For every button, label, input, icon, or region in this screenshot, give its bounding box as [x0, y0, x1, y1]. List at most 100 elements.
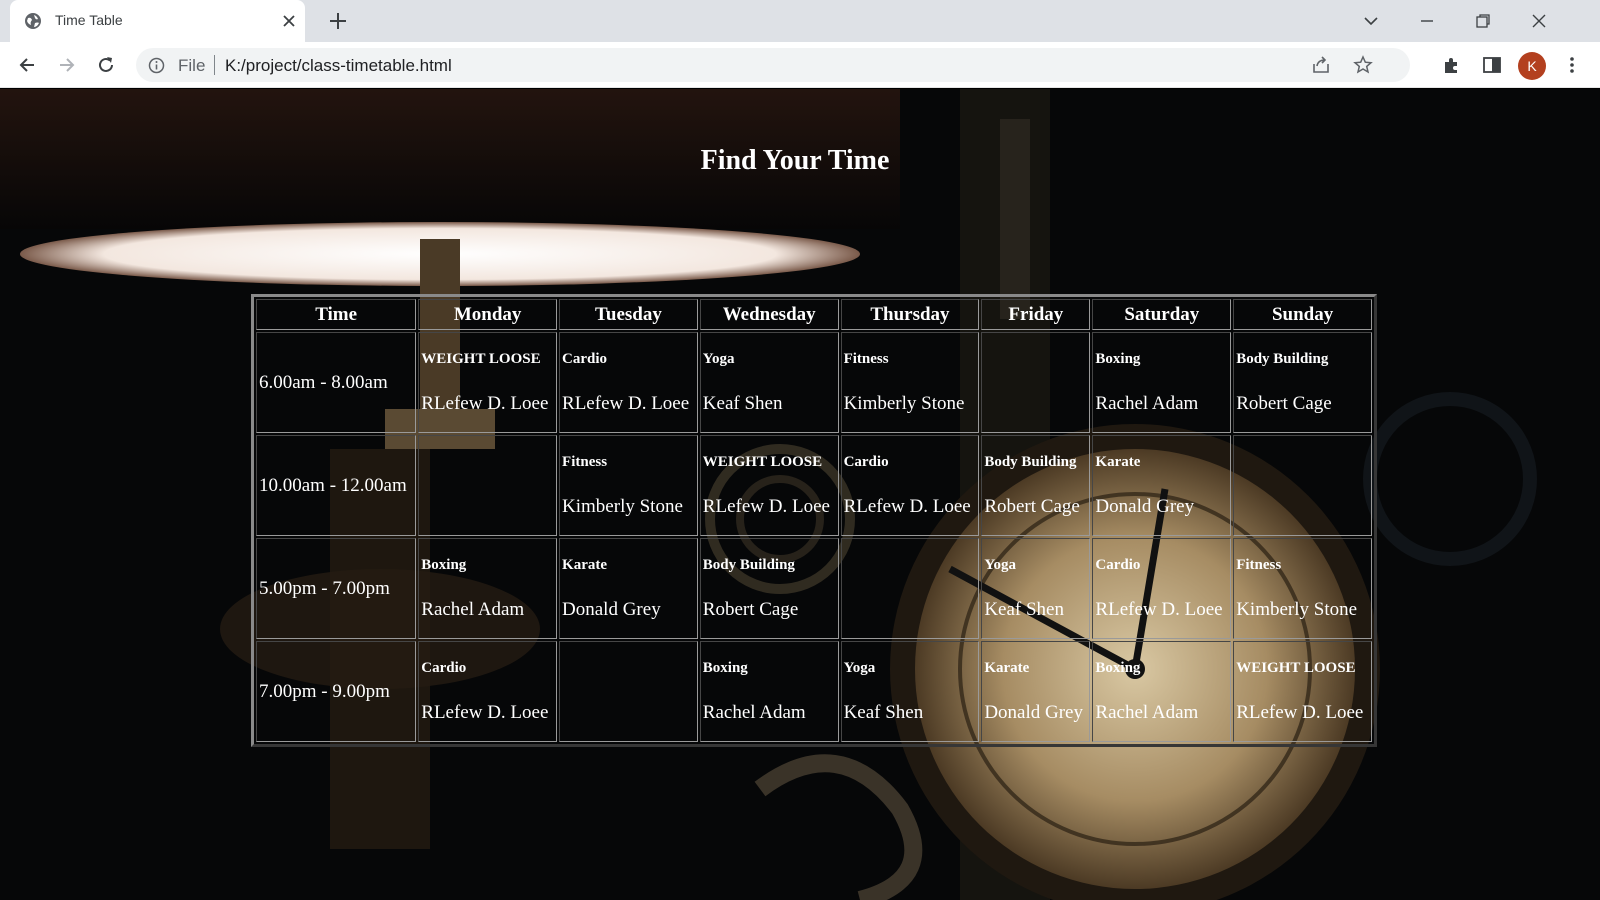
class-cell: Boxing Rachel Adam [1092, 332, 1232, 433]
class-cell: Fitness Kimberly Stone [559, 435, 698, 536]
class-cell: Cardio RLefew D. Loee [1092, 538, 1232, 639]
table-row: 5.00pm - 7.00pm Boxing Rachel Adam Karate… [256, 538, 1372, 639]
class-cell: Fitness Kimberly Stone [1233, 538, 1372, 639]
class-cell: Body Building Robert Cage [1233, 332, 1372, 433]
omnibox-prefix: File [178, 56, 206, 75]
page-title: Find Your Time [700, 145, 890, 176]
class-name: Fitness [843, 350, 889, 367]
empty-cell [559, 641, 698, 742]
class-name: Boxing [1095, 350, 1141, 367]
profile-avatar[interactable]: K [1518, 52, 1546, 80]
instructor-name: Rachel Adam [702, 701, 806, 723]
class-cell: Fitness Kimberly Stone [840, 332, 980, 433]
minimize-icon[interactable] [1416, 10, 1438, 32]
instructor-name: Donald Grey [984, 701, 1083, 723]
class-name: Yoga [984, 556, 1016, 573]
table-row: 6.00am - 8.00am WEIGHT LOOSE RLefew D. Lo… [256, 332, 1372, 433]
header-saturday: Saturday [1092, 299, 1232, 330]
new-tab-icon[interactable] [328, 11, 348, 31]
url-text[interactable]: K:/project/class-timetable.html [225, 56, 452, 76]
class-name: Cardio [421, 659, 467, 676]
class-name: Cardio [843, 453, 889, 470]
header-tuesday: Tuesday [559, 299, 698, 330]
header-thursday: Thursday [840, 299, 980, 330]
forward-arrow-icon[interactable] [56, 54, 78, 76]
chevron-down-icon[interactable] [1360, 10, 1382, 32]
share-icon[interactable] [1310, 54, 1332, 76]
class-cell: Body Building Robert Cage [981, 435, 1091, 536]
time-slot: 7.00pm - 9.00pm [256, 641, 417, 742]
address-bar[interactable]: File K:/project/class-timetable.html [136, 48, 1410, 82]
class-cell: Yoga Keaf Shen [840, 641, 980, 742]
page-viewport: Find Your Time Time Monday Tuesday Wedne… [0, 89, 1600, 900]
more-menu-icon[interactable] [1561, 54, 1583, 76]
instructor-name: Rachel Adam [421, 598, 525, 620]
timetable: Time Monday Tuesday Wednesday Thursday F… [251, 294, 1377, 747]
header-sunday: Sunday [1233, 299, 1372, 330]
class-name: WEIGHT LOOSE [1236, 659, 1356, 676]
class-cell: Karate Donald Grey [559, 538, 698, 639]
class-name: WEIGHT LOOSE [421, 350, 541, 367]
class-cell: Karate Donald Grey [981, 641, 1091, 742]
class-cell: WEIGHT LOOSE RLefew D. Loee [1233, 641, 1372, 742]
instructor-name: RLefew D. Loee [421, 392, 549, 414]
class-name: Body Building [702, 556, 795, 573]
empty-cell [981, 332, 1091, 433]
instructor-name: RLefew D. Loee [1236, 701, 1364, 723]
class-name: Karate [1095, 453, 1141, 470]
tab-strip: Time Table [0, 0, 1600, 42]
header-wednesday: Wednesday [699, 299, 839, 330]
header-time: Time [256, 299, 417, 330]
table-row: 7.00pm - 9.00pm Cardio RLefew D. Loee Box… [256, 641, 1372, 742]
class-cell: Body Building Robert Cage [699, 538, 839, 639]
time-slot: 10.00am - 12.00am [256, 435, 417, 536]
class-cell: Yoga Keaf Shen [981, 538, 1091, 639]
class-name: Fitness [562, 453, 608, 470]
instructor-name: Robert Cage [984, 495, 1080, 517]
back-arrow-icon[interactable] [16, 54, 38, 76]
table-row: 10.00am - 12.00am Fitness Kimberly Stone … [256, 435, 1372, 536]
class-cell: Cardio RLefew D. Loee [418, 641, 558, 742]
globe-icon [25, 13, 41, 29]
class-cell: Yoga Keaf Shen [699, 332, 839, 433]
browser-tab[interactable]: Time Table [10, 0, 305, 42]
instructor-name: Keaf Shen [843, 701, 924, 723]
instructor-name: Keaf Shen [984, 598, 1064, 620]
class-cell: Boxing Rachel Adam [1092, 641, 1232, 742]
instructor-name: Keaf Shen [702, 392, 783, 414]
class-name: Yoga [843, 659, 876, 676]
instructor-name: Robert Cage [702, 598, 799, 620]
extensions-icon[interactable] [1441, 54, 1463, 76]
class-name: Boxing [1095, 659, 1141, 676]
empty-cell [418, 435, 558, 536]
class-cell: Cardio RLefew D. Loee [559, 332, 698, 433]
close-icon[interactable] [280, 12, 298, 30]
class-cell: Cardio RLefew D. Loee [840, 435, 980, 536]
restore-icon[interactable] [1472, 10, 1494, 32]
instructor-name: Donald Grey [562, 598, 661, 620]
empty-cell [840, 538, 980, 639]
instructor-name: RLefew D. Loee [702, 495, 830, 517]
instructor-name: Kimberly Stone [1236, 598, 1358, 620]
instructor-name: RLefew D. Loee [562, 392, 690, 414]
instructor-name: Robert Cage [1236, 392, 1332, 414]
class-name: Cardio [1095, 556, 1141, 573]
header-friday: Friday [981, 299, 1091, 330]
instructor-name: RLefew D. Loee [843, 495, 971, 517]
star-icon[interactable] [1352, 54, 1374, 76]
reload-icon[interactable] [95, 54, 117, 76]
class-name: Boxing [702, 659, 748, 676]
instructor-name: Rachel Adam [1095, 701, 1199, 723]
class-name: Cardio [562, 350, 608, 367]
browser-toolbar: File K:/project/class-timetable.html K [0, 42, 1600, 88]
side-panel-icon[interactable] [1481, 54, 1503, 76]
info-icon[interactable] [148, 57, 165, 74]
class-name: Yoga [702, 350, 735, 367]
instructor-name: RLefew D. Loee [1095, 598, 1223, 620]
class-cell: Boxing Rachel Adam [699, 641, 839, 742]
class-name: Fitness [1236, 556, 1282, 573]
class-cell: WEIGHT LOOSE RLefew D. Loee [699, 435, 839, 536]
class-name: Body Building [984, 453, 1077, 470]
class-cell: Boxing Rachel Adam [418, 538, 558, 639]
close-window-icon[interactable] [1528, 10, 1550, 32]
